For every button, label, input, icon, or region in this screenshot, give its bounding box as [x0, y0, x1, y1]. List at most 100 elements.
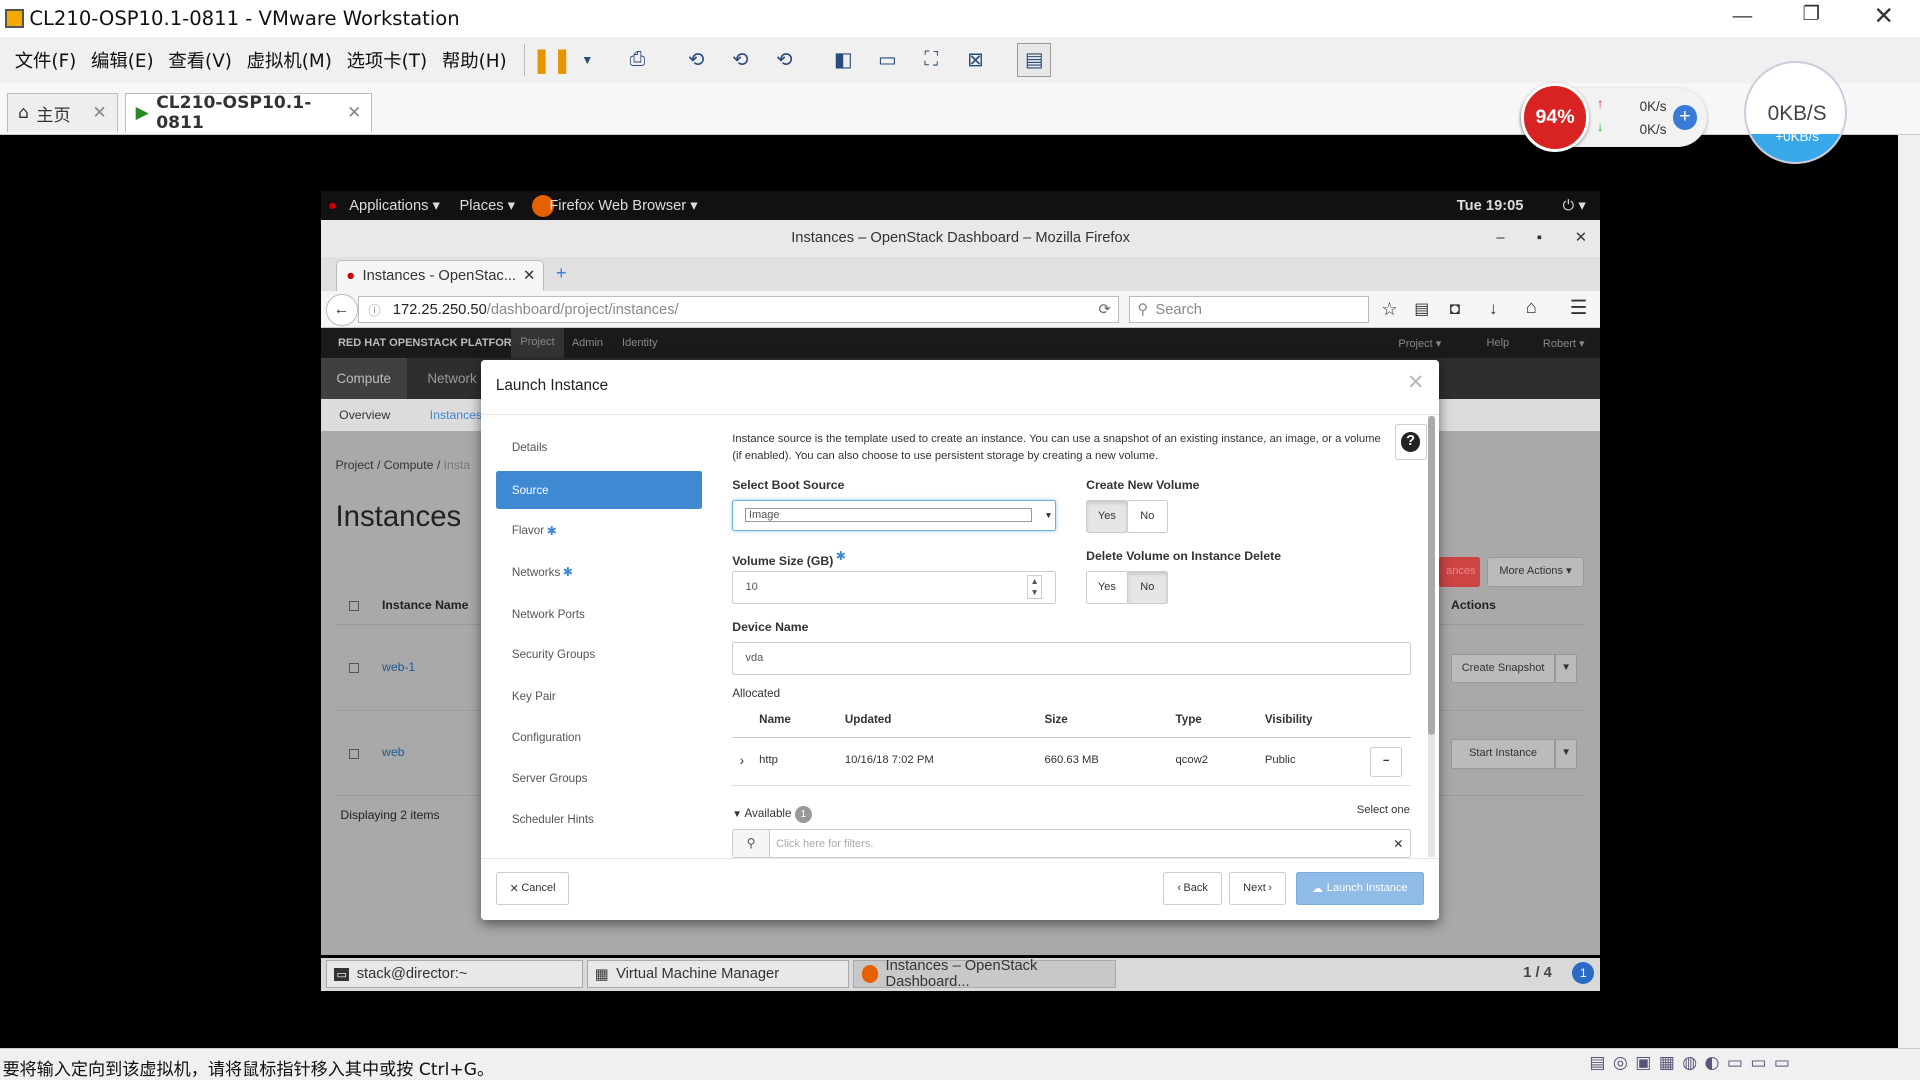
create-snapshot-button[interactable]: Create Snapshot: [1451, 653, 1556, 684]
boot-source-select[interactable]: Image ▼: [732, 499, 1056, 532]
applications-menu[interactable]: Applications ▾: [349, 197, 440, 214]
scrollbar[interactable]: [1897, 134, 1920, 1049]
step-security-groups[interactable]: Security Groups: [496, 636, 702, 674]
chevron-down-icon[interactable]: ▼: [579, 43, 596, 77]
task-firefox[interactable]: Instances – OpenStack Dashboard...: [853, 958, 1116, 990]
maximize-button[interactable]: ❐: [1802, 2, 1820, 26]
power-icon[interactable]: ⏻ ▾: [1563, 197, 1586, 214]
browser-tab[interactable]: ● Instances - OpenStac... ✕: [335, 259, 544, 292]
clear-filter-icon[interactable]: ✕: [1393, 837, 1403, 851]
close-icon[interactable]: ✕: [1575, 220, 1587, 257]
maximize-icon[interactable]: ▪: [1537, 220, 1542, 257]
new-tab-icon[interactable]: +: [556, 262, 567, 284]
create-volume-yes[interactable]: Yes: [1086, 499, 1128, 533]
back-icon[interactable]: ←: [325, 293, 358, 326]
pause-icon[interactable]: ❚❚: [531, 43, 572, 77]
step-details[interactable]: Details: [496, 429, 702, 467]
row-checkbox[interactable]: [348, 663, 359, 674]
chevron-down-icon[interactable]: ▼: [1555, 653, 1578, 684]
chevron-right-icon[interactable]: ›: [740, 753, 744, 768]
firefox-menu[interactable]: Firefox Web Browser ▾: [549, 197, 697, 214]
tab-network[interactable]: Network: [427, 371, 476, 386]
step-network-ports[interactable]: Network Ports: [496, 595, 702, 633]
deallocate-button[interactable]: −: [1370, 746, 1403, 778]
available-toggle[interactable]: ▼ Available 1: [732, 805, 812, 823]
step-key-pair[interactable]: Key Pair: [496, 677, 702, 715]
help-icon[interactable]: ?: [1394, 423, 1427, 461]
close-icon[interactable]: ✕: [523, 267, 535, 284]
snapshot-icon[interactable]: ⟲: [679, 43, 713, 77]
row-checkbox[interactable]: [348, 749, 359, 759]
close-button[interactable]: ✕: [1873, 1, 1894, 31]
delete-volume-yes[interactable]: Yes: [1086, 570, 1128, 604]
subnav-instances[interactable]: Instances: [430, 408, 482, 422]
close-icon[interactable]: ✕: [92, 103, 106, 123]
subnav-overview[interactable]: Overview: [339, 408, 390, 422]
cancel-button[interactable]: ✕ Cancel: [495, 871, 570, 905]
back-button[interactable]: ‹ Back: [1163, 871, 1223, 905]
tab-vm[interactable]: ▶ CL210-OSP10.1-0811 ✕: [124, 93, 373, 133]
menu-edit[interactable]: 编辑(E): [91, 47, 154, 73]
menu-vm[interactable]: 虚拟机(M): [247, 47, 332, 73]
instance-link[interactable]: web-1: [382, 660, 415, 674]
tab-home[interactable]: ⌂ 主页 ✕: [7, 93, 118, 133]
close-icon[interactable]: ✕: [347, 103, 361, 123]
menu-file[interactable]: 文件(F): [15, 47, 77, 73]
send-keys-icon[interactable]: ⎙: [620, 43, 654, 77]
select-all-checkbox[interactable]: [348, 601, 359, 611]
downloads-icon[interactable]: ↓: [1489, 298, 1498, 319]
step-scheduler-hints[interactable]: Scheduler Hints: [496, 801, 702, 839]
menu-tabs[interactable]: 选项卡(T): [347, 47, 428, 73]
reading-list-icon[interactable]: ▤: [1414, 299, 1429, 319]
nav-identity[interactable]: Identity: [622, 337, 658, 349]
spinner-icon[interactable]: ▲ ▼: [1026, 575, 1043, 600]
minimize-icon[interactable]: –: [1496, 220, 1504, 257]
menu-icon[interactable]: ☰: [1570, 296, 1588, 320]
places-menu[interactable]: Places ▾: [460, 197, 516, 214]
library-icon[interactable]: ▤: [1016, 42, 1052, 78]
nav-admin[interactable]: Admin: [572, 337, 603, 349]
add-icon[interactable]: +: [1672, 105, 1698, 130]
tab-compute[interactable]: Compute: [320, 357, 407, 400]
modal-scrollbar[interactable]: [1427, 416, 1436, 858]
filter-input[interactable]: ⚲ Click here for filters. ✕: [732, 828, 1411, 859]
launch-instance-bg-button[interactable]: ances: [1438, 557, 1481, 587]
revert-snapshot-icon[interactable]: ⟲: [723, 43, 757, 77]
step-server-groups[interactable]: Server Groups: [496, 759, 702, 797]
task-virt-manager[interactable]: ▦ Virtual Machine Manager: [586, 959, 849, 989]
url-bar[interactable]: ⓘ 172.25.250.50/dashboard/project/instan…: [357, 296, 1120, 324]
instance-link[interactable]: web: [382, 745, 404, 759]
volume-size-input[interactable]: 10 ▲ ▼: [732, 570, 1056, 604]
user-menu[interactable]: Robert ▾: [1543, 337, 1585, 350]
minimize-button[interactable]: —: [1733, 5, 1753, 28]
more-actions-button[interactable]: More Actions ▾: [1486, 557, 1585, 587]
device-icons[interactable]: ▤◎▣▦◍◐▭▭▭: [1589, 1053, 1797, 1073]
menu-view[interactable]: 查看(V): [168, 47, 232, 73]
info-icon[interactable]: ⓘ: [368, 301, 380, 319]
modal-close-icon[interactable]: ✕: [1407, 370, 1424, 395]
create-volume-no[interactable]: No: [1126, 499, 1169, 533]
snapshot-manager-icon[interactable]: ⟲: [767, 43, 801, 77]
console-view-icon[interactable]: ▭: [870, 43, 904, 77]
delete-volume-no[interactable]: No: [1126, 570, 1169, 604]
reload-icon[interactable]: ⟳: [1099, 301, 1111, 318]
step-flavor[interactable]: Flavor ✱: [496, 512, 702, 550]
unity-icon[interactable]: ⊠: [958, 43, 992, 77]
bookmark-star-icon[interactable]: ☆: [1381, 298, 1397, 320]
chevron-down-icon[interactable]: ▼: [1555, 739, 1578, 769]
launch-instance-button[interactable]: ☁ Launch Instance: [1295, 871, 1425, 905]
step-source[interactable]: Source: [495, 471, 702, 510]
task-terminal[interactable]: ▭ stack@director:~: [325, 959, 583, 989]
device-name-input[interactable]: vda: [732, 641, 1411, 675]
home-icon[interactable]: ⌂: [1526, 296, 1537, 318]
menu-help[interactable]: 帮助(H): [442, 47, 507, 73]
nav-project[interactable]: Project: [510, 328, 565, 358]
help-link[interactable]: Help: [1487, 337, 1510, 349]
pocket-icon[interactable]: ◘: [1450, 298, 1460, 319]
fullscreen-icon[interactable]: ⛶: [914, 43, 948, 77]
search-field[interactable]: ⚲ Search: [1128, 296, 1369, 324]
notification-badge[interactable]: 1: [1572, 962, 1595, 985]
next-button[interactable]: Next ›: [1229, 871, 1286, 905]
step-networks[interactable]: Networks ✱: [496, 553, 702, 591]
start-instance-button[interactable]: Start Instance: [1451, 739, 1556, 769]
